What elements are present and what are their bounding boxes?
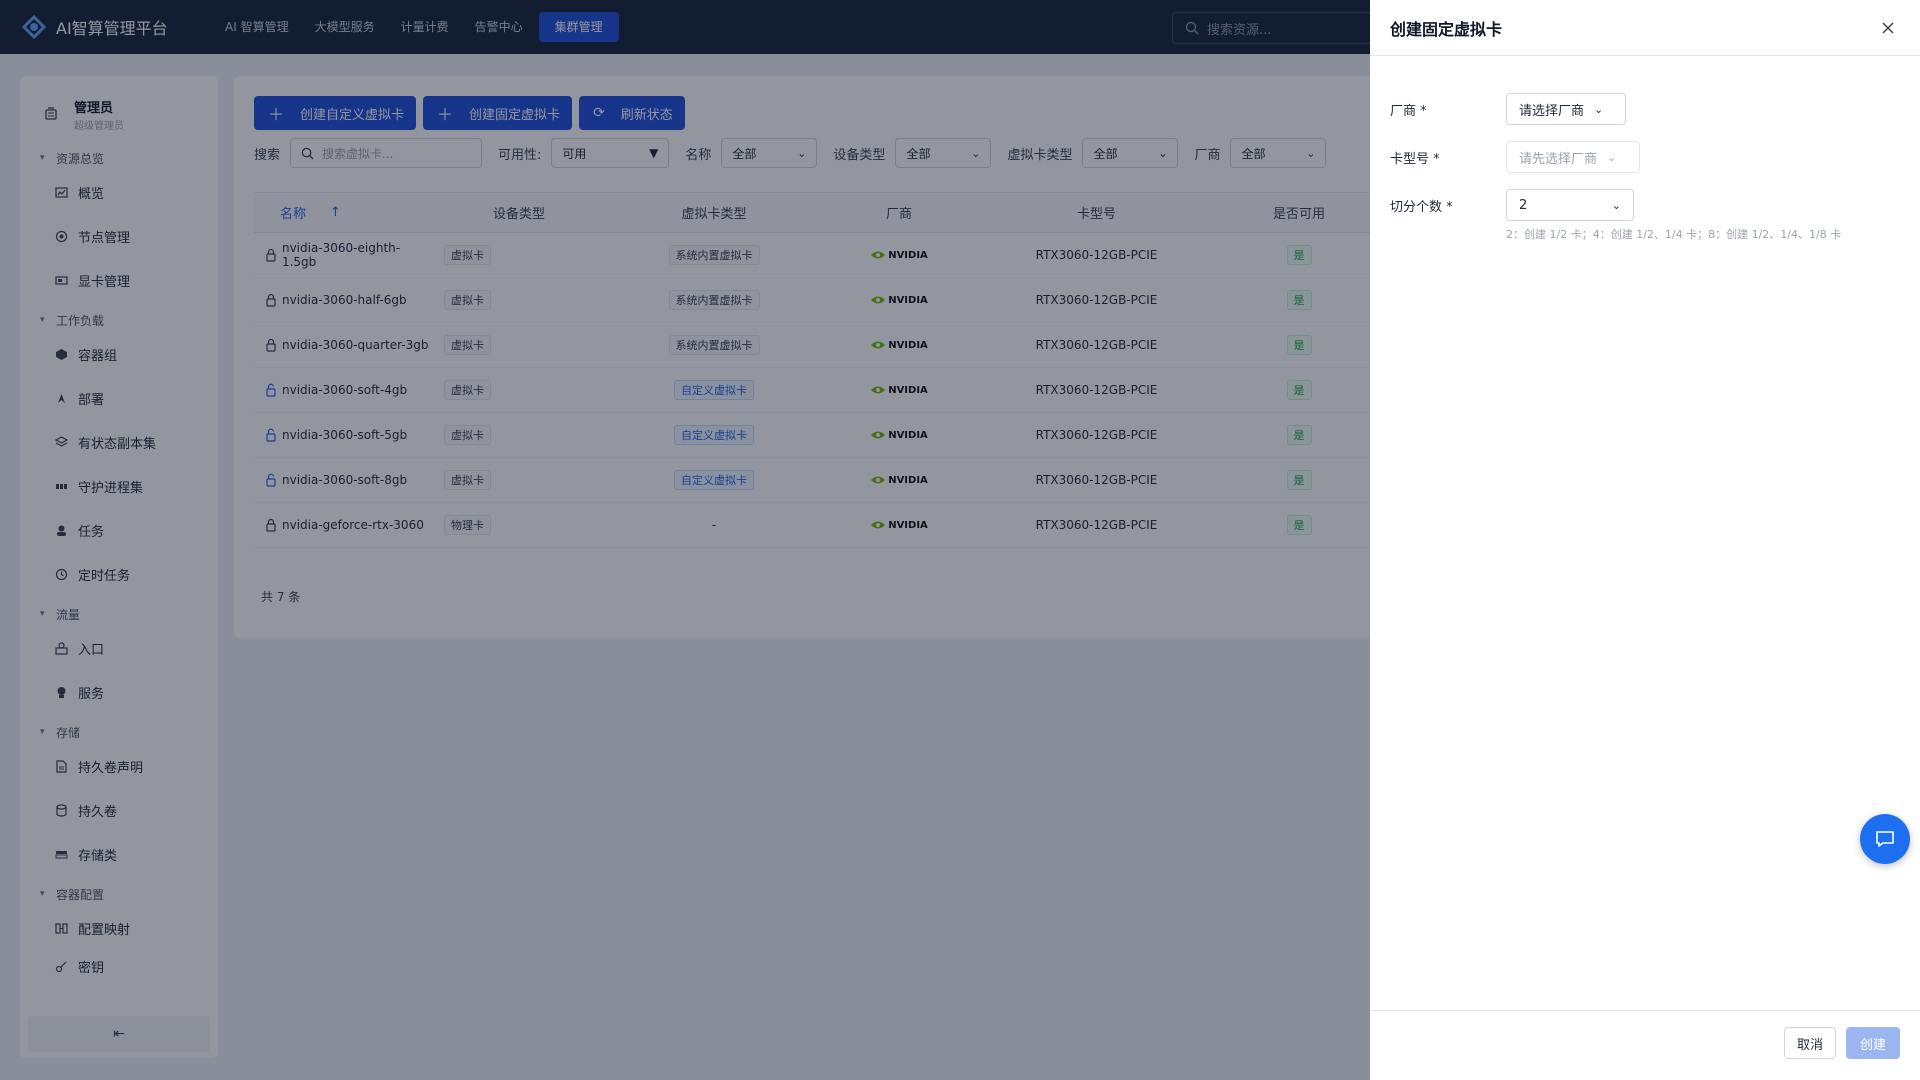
drawer-title: 创建固定虚拟卡 [1390,19,1503,39]
drawer-header: 创建固定虚拟卡 [1370,0,1920,56]
model-form-row: 卡型号 * 请先选择厂商 ⌄ [1390,141,1640,173]
create-fixed-vcard-drawer: 创建固定虚拟卡 厂商 * 请选择厂商 ⌄ 卡型号 * 请先选择厂商 ⌄ 切分个数 *… [1370,0,1920,1080]
split-count-form-row: 切分个数 * 2 ⌄ [1390,189,1634,221]
chevron-down-icon: ⌄ [1594,102,1604,116]
create-button[interactable]: 创建 [1846,1027,1900,1059]
close-icon[interactable] [1876,16,1900,40]
vendor-select[interactable]: 请选择厂商 ⌄ [1506,93,1626,125]
chat-icon [1876,831,1894,847]
split-count-select[interactable]: 2 ⌄ [1506,189,1634,221]
drawer-footer: 取消 创建 [1370,1010,1920,1080]
model-field-label: 卡型号 * [1390,151,1440,167]
chat-support-button[interactable] [1860,814,1910,864]
model-select[interactable]: 请先选择厂商 ⌄ [1506,141,1640,173]
chevron-down-icon: ⌄ [1611,198,1621,212]
chevron-down-icon: ⌄ [1607,150,1617,164]
split-count-field-label: 切分个数 * [1390,199,1453,215]
vendor-form-row: 厂商 * 请选择厂商 ⌄ [1390,93,1626,125]
split-count-hint: 2：创建 1/2 卡；4：创建 1/2、1/4 卡；8：创建 1/2、1/4、1… [1506,228,1842,241]
vendor-field-label: 厂商 * [1390,103,1427,119]
cancel-button[interactable]: 取消 [1783,1027,1836,1059]
